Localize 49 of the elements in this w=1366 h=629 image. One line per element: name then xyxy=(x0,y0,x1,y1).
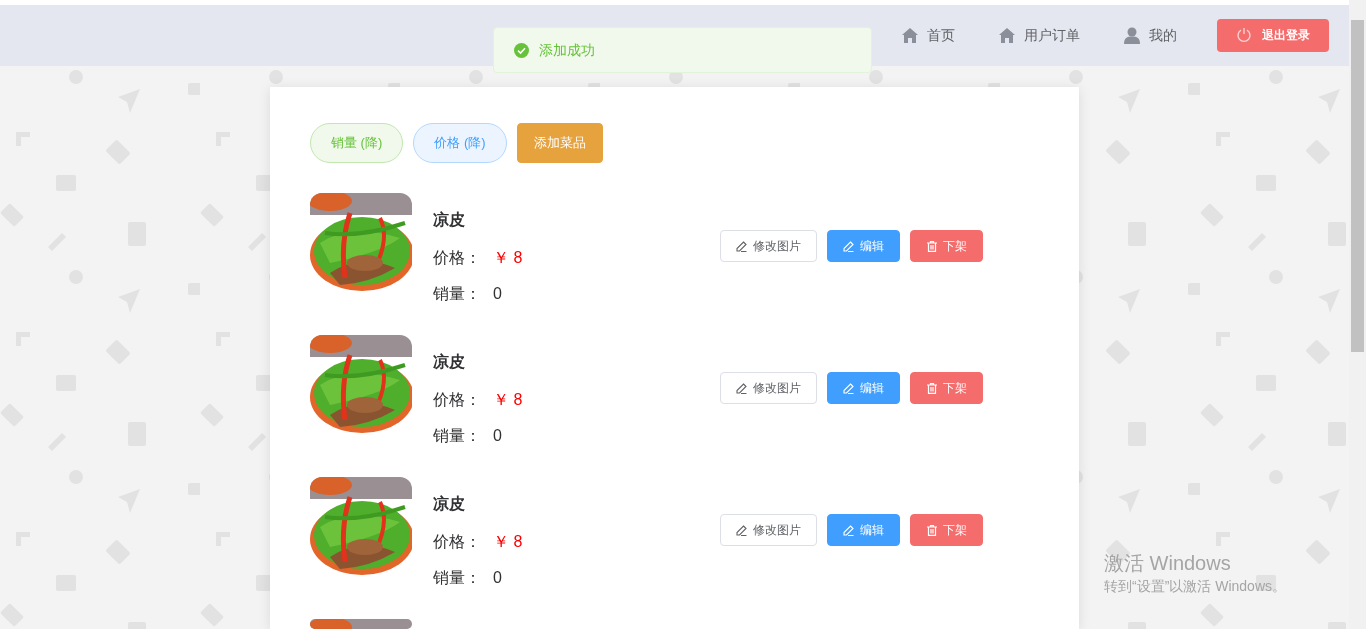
nav-link[interactable]: 我的 xyxy=(1124,24,1177,46)
activation-text: 转到“设置”以激活 Windows。 xyxy=(1104,577,1286,596)
edit-button[interactable]: 编辑 xyxy=(827,230,900,262)
price-value: ￥ 8 xyxy=(493,248,523,268)
pencil-icon xyxy=(736,524,747,536)
change-image-button[interactable]: 修改图片 xyxy=(720,230,817,262)
pencil-icon xyxy=(736,382,747,394)
user-icon xyxy=(1124,26,1140,44)
pencil-icon xyxy=(736,240,747,252)
sort-button[interactable]: 价格 (降) xyxy=(413,123,507,163)
sales-label: 销量： xyxy=(433,568,481,588)
sales-value: 0 xyxy=(493,426,502,446)
sales-label: 销量： xyxy=(433,426,481,446)
remove-button[interactable]: 下架 xyxy=(910,372,983,404)
pencil-icon xyxy=(843,240,854,252)
price-label: 价格： xyxy=(433,248,481,268)
home-icon xyxy=(902,27,918,43)
trash-icon xyxy=(926,524,937,536)
price-value: ￥ 8 xyxy=(493,390,523,410)
remove-button[interactable]: 下架 xyxy=(910,230,983,262)
change-image-button[interactable]: 修改图片 xyxy=(720,372,817,404)
check-circle-icon xyxy=(514,42,529,58)
pencil-icon xyxy=(843,382,854,394)
edit-button[interactable]: 编辑 xyxy=(827,514,900,546)
home-icon xyxy=(999,27,1015,43)
toast-message: 添加成功 xyxy=(539,40,595,60)
dish-name: 凉皮 xyxy=(433,494,466,514)
nav-link[interactable]: 用户订单 xyxy=(999,24,1080,46)
nav-link[interactable]: 首页 xyxy=(902,24,955,46)
sales-value: 0 xyxy=(493,284,502,304)
edit-button[interactable]: 编辑 xyxy=(827,372,900,404)
power-icon xyxy=(1236,27,1252,44)
activation-title: 激活 Windows xyxy=(1104,551,1232,576)
dish-name: 凉皮 xyxy=(433,210,466,230)
price-label: 价格： xyxy=(433,390,481,410)
dish-name: 凉皮 xyxy=(433,352,466,372)
pencil-icon xyxy=(843,524,854,536)
logout-button[interactable]: 退出登录 xyxy=(1217,18,1329,52)
trash-icon xyxy=(926,240,937,252)
sales-value: 0 xyxy=(493,568,502,588)
price-label: 价格： xyxy=(433,532,481,552)
trash-icon xyxy=(926,382,937,394)
price-value: ￥ 8 xyxy=(493,532,523,552)
add-dish-button[interactable]: 添加菜品 xyxy=(516,123,603,163)
sort-button[interactable]: 销量 (降) xyxy=(310,123,404,163)
remove-button[interactable]: 下架 xyxy=(910,514,983,546)
scrollbar-thumb[interactable] xyxy=(1351,20,1364,352)
change-image-button[interactable]: 修改图片 xyxy=(720,514,817,546)
sales-label: 销量： xyxy=(433,284,481,304)
